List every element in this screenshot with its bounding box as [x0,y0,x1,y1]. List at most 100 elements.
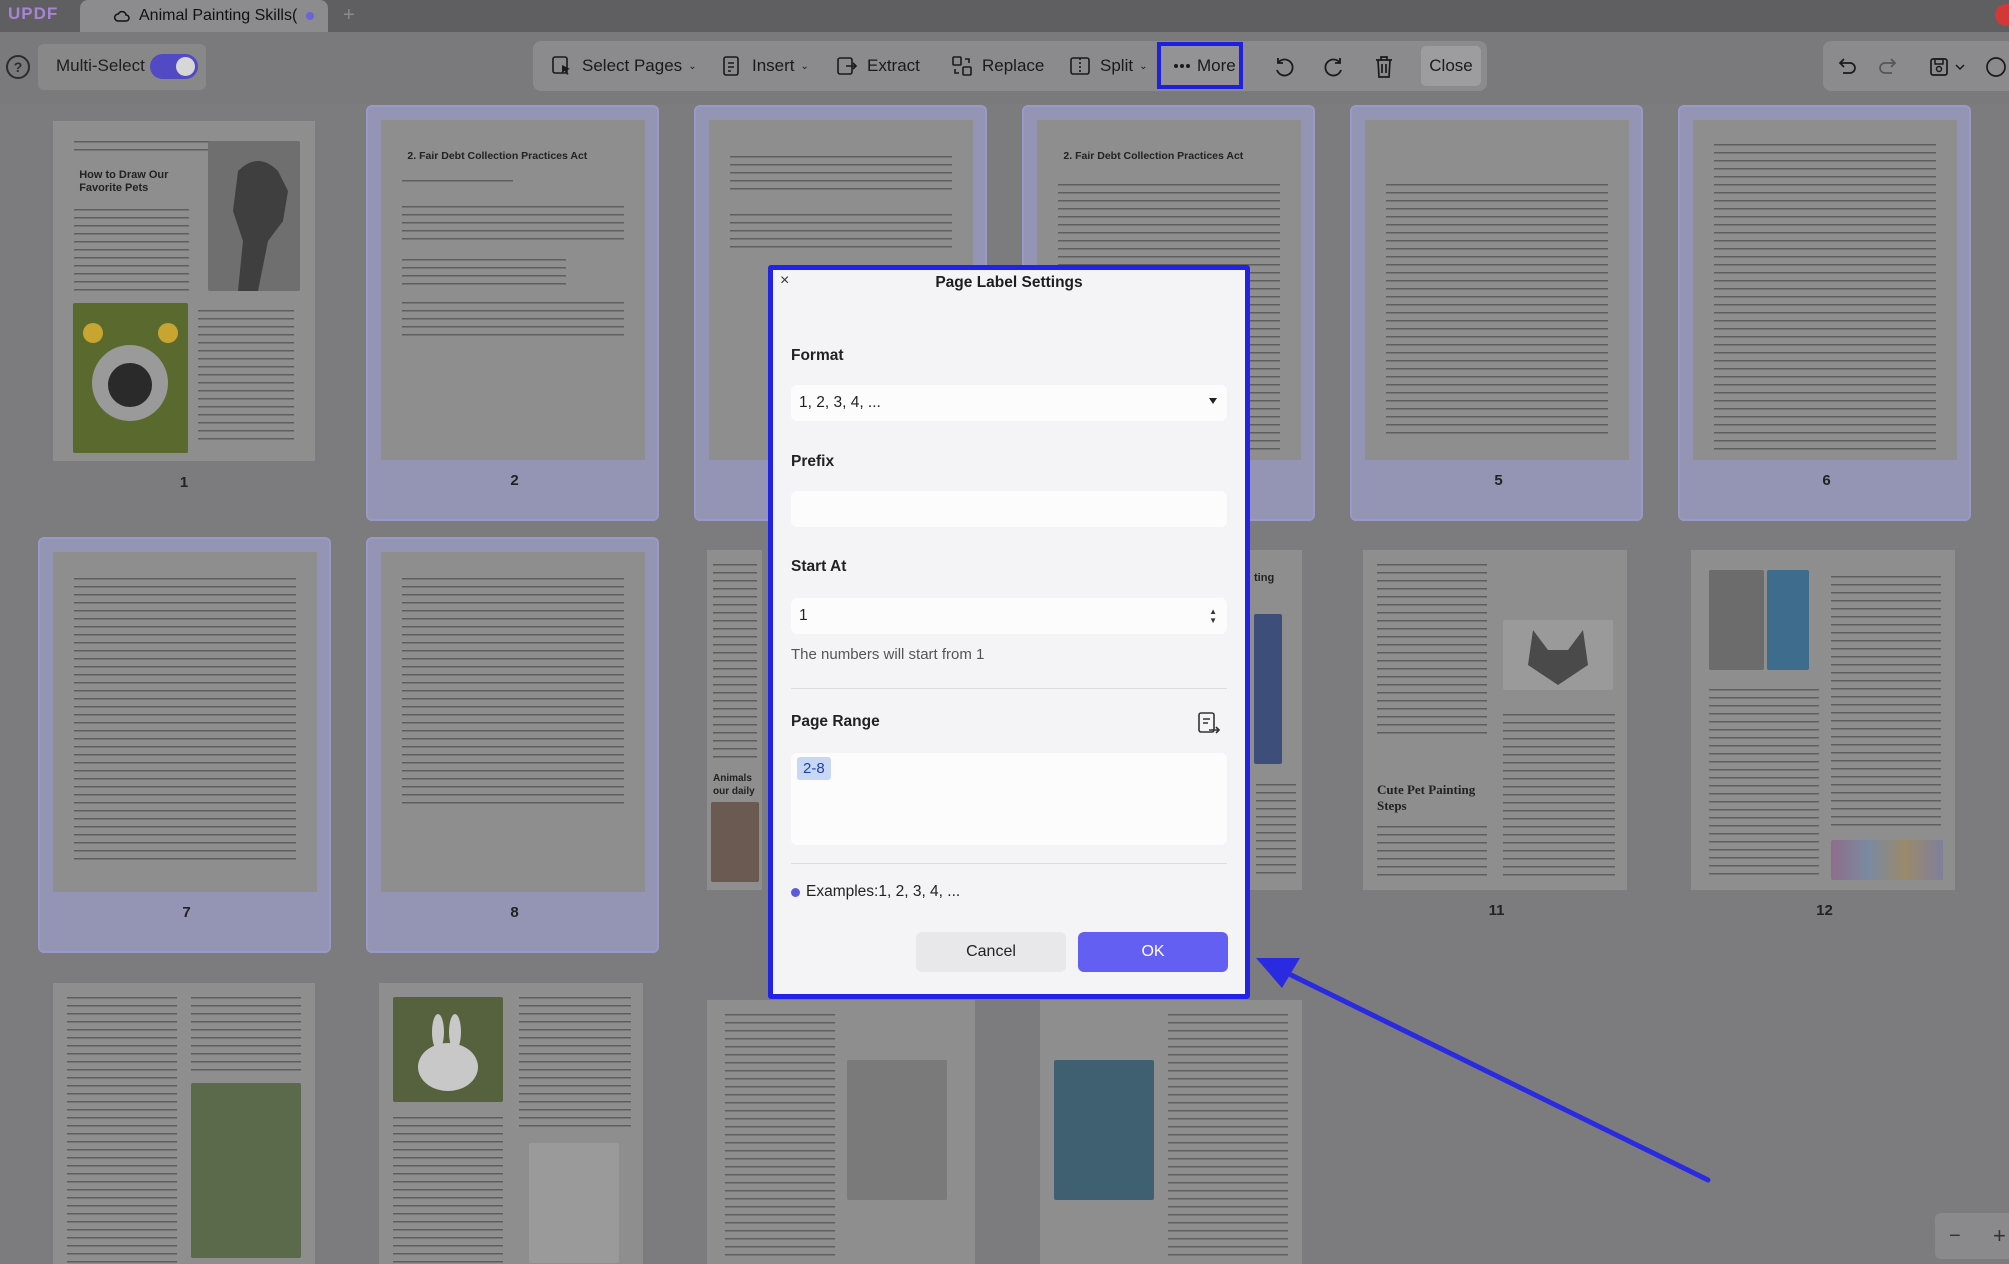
chevron-down-icon: ⌄ [800,60,809,72]
rotate-left-icon[interactable] [1271,54,1297,80]
record-indicator [1995,4,2009,26]
page-thumbnail: How to Draw Our Favorite Pets [53,121,315,461]
zoom-in-button[interactable]: + [1993,1223,2006,1249]
format-select[interactable]: 1, 2, 3, 4, ... [791,385,1227,421]
page-card[interactable]: 5 [1350,105,1643,521]
text-block [198,306,295,446]
split-icon [1068,54,1092,78]
replace-label: Replace [982,56,1045,75]
page-card[interactable]: 6 [1678,105,1971,521]
text-block [73,137,211,153]
page-thumbnail [53,552,317,892]
more-label: More [1197,56,1236,75]
format-label: Format [791,347,844,364]
page-thumbnail: ting [1250,550,1302,890]
text-block [1377,822,1487,882]
zoom-out-button[interactable]: − [1949,1225,1961,1248]
cursor-select-icon [550,54,574,78]
page-card[interactable]: How to Draw Our Favorite Pets 1 [40,108,328,508]
extract-label: Extract [867,56,920,75]
ok-button[interactable]: OK [1078,932,1228,972]
split-button[interactable]: Split ⌄ [1068,41,1147,91]
text-block [1377,560,1487,740]
dog-sketch-image [208,141,300,291]
page-thumbnail [53,983,315,1264]
cancel-button[interactable]: Cancel [916,932,1066,972]
page-select-icon[interactable] [1196,711,1222,737]
page-range-input[interactable] [791,753,1227,845]
app-logo: UPDF [8,4,59,23]
text-block [1503,710,1615,880]
divider [791,688,1227,689]
page-card[interactable] [707,1000,975,1264]
page-thumbnail: Cute Pet Painting Steps [1363,550,1627,890]
undo-icon[interactable] [1833,54,1859,80]
rabbit-sketch-image [529,1143,619,1263]
save-icon[interactable] [1926,54,1952,80]
page-fragment-text: ting [1254,572,1275,584]
text-block [519,993,631,1133]
text-block [1709,685,1819,880]
text-block [402,298,624,338]
close-button[interactable]: Close [1421,46,1481,86]
rotate-right-icon[interactable] [1321,54,1347,80]
trash-icon[interactable] [1371,54,1397,80]
sketch-photo-image [191,1083,301,1258]
redo-icon[interactable] [1876,54,1902,80]
format-value: 1, 2, 3, 4, ... [799,394,881,411]
replace-icon [950,54,974,78]
insert-button[interactable]: Insert ⌄ [720,41,809,91]
page-card[interactable]: 2. Fair Debt Collection Practices Act 2 [366,105,659,521]
share-icon[interactable] [1983,54,2009,80]
new-tab-button[interactable]: + [343,4,355,27]
page-card[interactable] [366,970,659,1264]
painting-image [711,802,759,882]
chevron-down-icon[interactable] [1953,54,1967,80]
stepper-arrows-icon[interactable]: ▲ ▼ [1209,607,1217,625]
page-card[interactable]: 8 [366,537,659,953]
insert-label: Insert [752,56,795,75]
cloud-icon [114,8,130,24]
parrot-painting-image [1054,1060,1154,1200]
page-thumbnail [381,552,645,892]
start-at-stepper[interactable]: 1 ▲ ▼ [791,598,1227,634]
dog-photo-image [73,303,188,453]
prefix-input[interactable] [791,491,1227,527]
page-range-label: Page Range [791,713,880,730]
corgi-sketch-image [1503,620,1613,690]
split-label: Split [1100,56,1134,75]
ellipsis-icon [1173,54,1191,78]
bullet-dot-icon [791,887,800,897]
page-card[interactable]: Animals our daily [707,550,762,890]
examples-text: Examples:1, 2, 3, 4, ... [806,883,961,900]
page-thumbnail [1040,1000,1302,1264]
page-thumbnail: 2. Fair Debt Collection Practices Act [381,120,645,460]
elephant-sketch-image [1709,570,1764,670]
page-card[interactable] [40,970,328,1264]
select-pages-button[interactable]: Select Pages ⌄ [550,41,697,91]
text-block [73,205,190,295]
extract-icon [835,54,859,78]
start-at-hint: The numbers will start from 1 [791,646,985,663]
pencils-photo-image [1831,840,1943,880]
more-button[interactable]: More [1173,41,1236,91]
page-card[interactable]: 7 [38,537,331,953]
extract-button[interactable]: Extract [835,41,920,91]
page-card[interactable] [1040,1000,1302,1264]
chevron-down-icon: ⌄ [688,60,697,72]
page-card[interactable]: Cute Pet Painting Steps 11 [1350,537,1643,953]
horse-sketch-image [847,1060,947,1200]
page-thumbnail [1693,120,1957,460]
page-thumbnail [1691,550,1955,890]
painting-image [1254,614,1282,764]
page-card[interactable]: 12 [1678,537,1971,953]
document-tab[interactable]: Animal Painting Skills( [80,0,328,32]
replace-button[interactable]: Replace [950,41,1044,91]
multi-select-toggle[interactable] [150,54,198,79]
dialog-title: Page Label Settings [935,274,1083,291]
text-block [730,210,952,250]
page-card[interactable]: ting [1250,550,1302,890]
select-pages-label: Select Pages [582,56,683,75]
text-block [67,993,177,1263]
help-icon[interactable]: ? [6,55,30,79]
